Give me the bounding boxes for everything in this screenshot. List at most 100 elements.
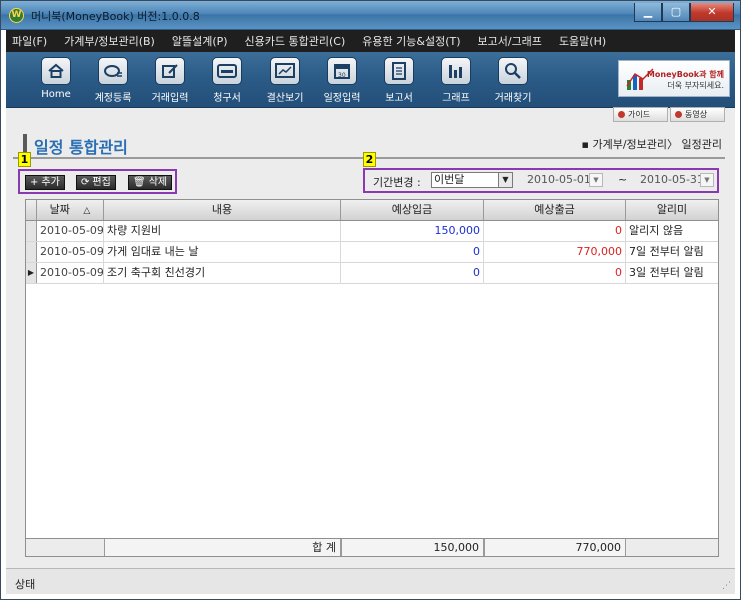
- period-label: 기간변경 :: [373, 176, 421, 189]
- resize-grip-icon[interactable]: ⋰: [722, 581, 731, 591]
- toolbar-schedule-entry-button[interactable]: 30 일정입력: [312, 57, 372, 104]
- menu-help[interactable]: 도움말(H): [559, 33, 606, 49]
- delete-button[interactable]: 🗑 삭제: [128, 175, 173, 190]
- edit-button[interactable]: ⟳ 편집: [76, 175, 116, 190]
- minimize-button[interactable]: ▁: [634, 3, 662, 22]
- window-controls: ▁ ▢ ✕: [634, 3, 734, 22]
- grid-header: 날짜 △ 내용 예상입금 예상출금 알리미: [26, 200, 718, 221]
- plus-icon: +: [30, 177, 39, 188]
- row-selector-header: [26, 200, 37, 220]
- close-button[interactable]: ✕: [690, 3, 734, 22]
- toolbar-label: 거래입력: [151, 93, 189, 104]
- add-label: 추가: [41, 177, 60, 188]
- table-row[interactable]: 2010-05-09 가게 임대료 내는 날 0 770,000 7일 전부터 …: [26, 242, 718, 263]
- dropdown-arrow-icon[interactable]: ▼: [498, 173, 512, 187]
- menu-reports-graphs[interactable]: 보고서/그래프: [478, 33, 542, 49]
- status-text: 상태: [15, 578, 36, 591]
- toolbar-transaction-entry-button[interactable]: 거래입력: [140, 57, 200, 104]
- menu-household-ledger[interactable]: 가계부/정보관리(B): [64, 33, 155, 49]
- totals-row: 합 계 150,000 770,000: [26, 538, 718, 556]
- total-expected-income: 150,000: [341, 539, 484, 556]
- column-header-date[interactable]: 날짜 △: [37, 200, 104, 220]
- page-title: 일정 통합관리: [34, 138, 128, 157]
- menu-credit-card[interactable]: 신용카드 통합관리(C): [245, 33, 346, 49]
- cell-expected-income: 0: [341, 242, 484, 262]
- toolbar-report-button[interactable]: 보고서: [369, 57, 429, 104]
- current-row-indicator-icon[interactable]: ▶: [26, 263, 37, 283]
- bullet-icon: [675, 111, 682, 118]
- promo-line-2: 더욱 부자되세요.: [667, 81, 724, 90]
- end-date-field[interactable]: 2010-05-31: [640, 173, 704, 186]
- annotation-marker-1: 1: [18, 152, 31, 167]
- period-select[interactable]: 이번달 ▼: [431, 172, 513, 188]
- delete-label: 삭제: [148, 177, 168, 188]
- toolbar-label: 청구서: [213, 93, 241, 104]
- title-accent-bar: [23, 134, 27, 152]
- video-button[interactable]: 동영상: [670, 107, 725, 122]
- cell-content: 가게 임대료 내는 날: [104, 242, 341, 262]
- table-row[interactable]: 2010-05-09 차량 지원비 150,000 0 알리지 않음: [26, 221, 718, 242]
- add-button[interactable]: + 추가: [25, 175, 65, 190]
- column-header-expected-expense[interactable]: 예상출금: [484, 200, 626, 220]
- status-bar: 상태 ⋰: [6, 568, 735, 594]
- toolbar-graph-button[interactable]: 그래프: [426, 57, 486, 104]
- cell-alarm: 3일 전부터 알림: [629, 266, 704, 279]
- table-row-selected[interactable]: ▶ 2010-05-09 조기 축구회 친선경기 0 0 3일 전부터 알림: [26, 263, 718, 284]
- cell-date: 2010-05-09: [37, 263, 104, 283]
- toolbar-settlement-button[interactable]: 결산보기: [255, 57, 315, 104]
- cell-expected-income: 150,000: [341, 221, 484, 241]
- trash-icon: 🗑: [133, 177, 146, 188]
- svg-text:30: 30: [338, 72, 346, 79]
- promo-banner[interactable]: MoneyBook과 함께 더욱 부자되세요.: [618, 60, 730, 97]
- start-date-dropdown-icon[interactable]: ▼: [589, 173, 603, 187]
- column-header-content[interactable]: 내용: [104, 200, 341, 220]
- sort-ascending-icon: △: [83, 206, 91, 216]
- menu-file[interactable]: 파일(F): [12, 33, 47, 49]
- row-selector[interactable]: [26, 242, 37, 262]
- column-header-alarm[interactable]: 알리미: [626, 200, 718, 220]
- date-range-separator: ~: [618, 173, 628, 186]
- account-register-icon: [98, 57, 128, 85]
- maximize-button[interactable]: ▢: [662, 3, 690, 22]
- cell-date: 2010-05-09: [37, 242, 104, 262]
- toolbar-card-bill-button[interactable]: 청구서: [197, 57, 257, 104]
- toolbar-label: 거래찾기: [494, 93, 532, 104]
- end-date-dropdown-icon[interactable]: ▼: [700, 173, 714, 187]
- edit-label: 편집: [92, 177, 111, 188]
- guide-button[interactable]: 가이드: [613, 107, 668, 122]
- column-header-expected-income[interactable]: 예상입금: [341, 200, 484, 220]
- card-bill-icon: [212, 57, 242, 85]
- cell-content: 조기 축구회 친선경기: [104, 263, 341, 283]
- app-window: W 머니북(MoneyBook) 버전:1.0.0.8 ▁ ▢ ✕ 파일(F) …: [0, 0, 741, 600]
- period-selected-value: 이번달: [434, 173, 465, 186]
- transaction-edit-icon: [155, 57, 185, 85]
- menu-budget-planning[interactable]: 알뜰설계(P): [172, 33, 228, 49]
- bullet-icon: [618, 111, 625, 118]
- toolbar-home-button[interactable]: Home: [26, 57, 86, 100]
- breadcrumb: ▪ 가계부/정보관리〉 일정관리: [581, 138, 722, 151]
- edit-icon: ⟳: [81, 177, 90, 188]
- toolbar-label: 그래프: [442, 93, 470, 104]
- toolbar-account-register-button[interactable]: 계정등록: [83, 57, 143, 104]
- cell-date: 2010-05-09: [37, 221, 104, 241]
- total-expected-expense: 770,000: [484, 539, 626, 556]
- menu-tools-settings[interactable]: 유용한 기능&설정(T): [362, 33, 460, 49]
- window-title: 머니북(MoneyBook) 버전:1.0.0.8: [31, 10, 200, 23]
- toolbar-label: 계정등록: [94, 93, 132, 104]
- start-date-field[interactable]: 2010-05-01: [527, 173, 591, 186]
- video-label: 동영상: [685, 110, 708, 119]
- toolbar-transaction-search-button[interactable]: 거래찾기: [483, 57, 543, 104]
- cell-content: 차량 지원비: [104, 221, 341, 241]
- toolbar-label: Home: [41, 89, 71, 100]
- column-header-date-label: 날짜: [49, 203, 70, 216]
- annotation-marker-2: 2: [363, 152, 376, 167]
- cell-expected-expense: 0: [484, 263, 626, 283]
- bar-chart-icon: [441, 57, 471, 85]
- toolbar-label: 보고서: [385, 93, 413, 104]
- title-bar[interactable]: W 머니북(MoneyBook) 버전:1.0.0.8 ▁ ▢ ✕: [1, 1, 740, 30]
- schedule-grid: 날짜 △ 내용 예상입금 예상출금 알리미 2010-05-09 차량 지원비 …: [25, 199, 719, 557]
- cell-alarm: 알리지 않음: [629, 224, 684, 237]
- totals-label: 합 계: [104, 539, 341, 556]
- row-selector[interactable]: [26, 221, 37, 241]
- help-buttons: 가이드 동영상: [611, 107, 725, 122]
